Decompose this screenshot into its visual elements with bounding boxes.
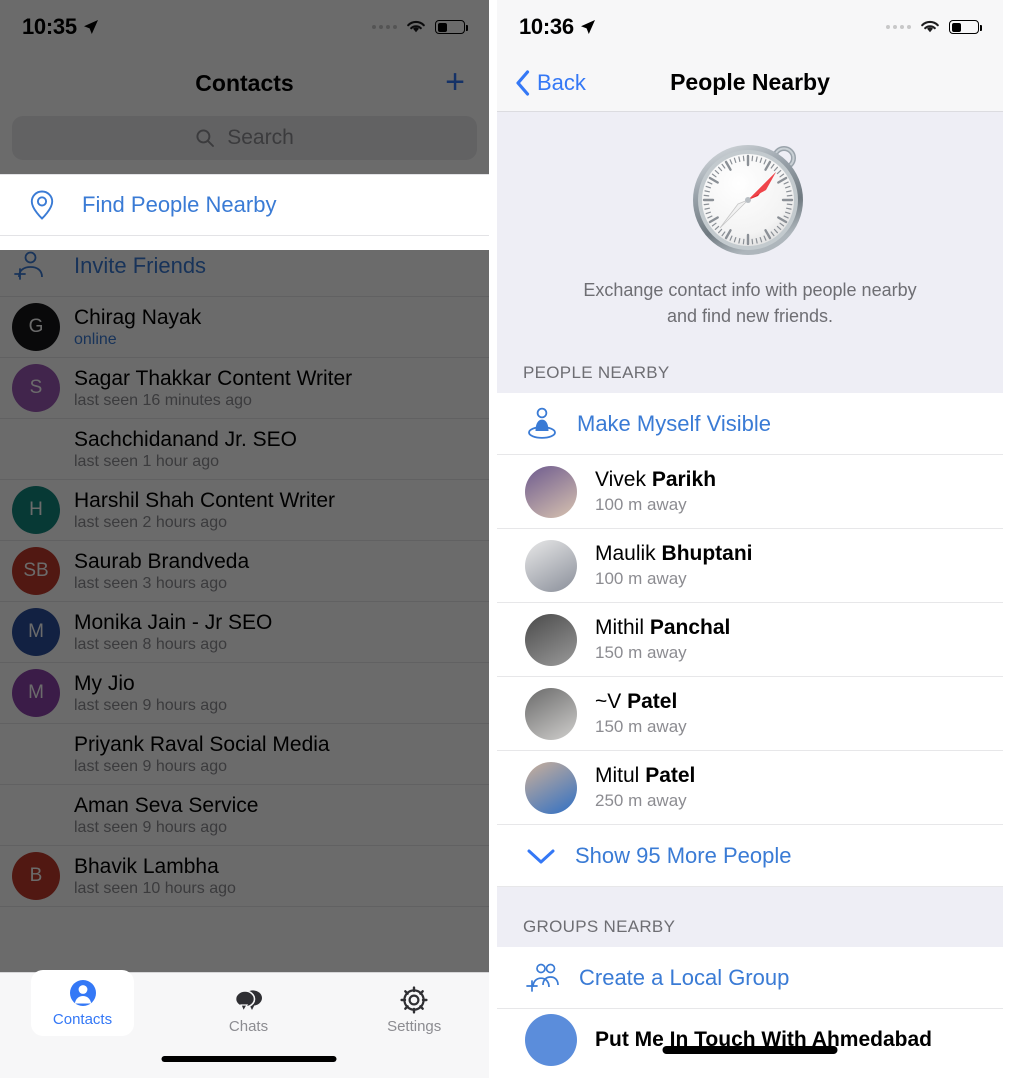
make-myself-visible-label: Make Myself Visible (577, 410, 771, 436)
groups-nearby-section-header: GROUPS NEARBY (497, 887, 1003, 948)
person-first-name: Mitul (595, 764, 640, 788)
person-name: Maulik Bhuptani (595, 542, 753, 566)
find-people-nearby-row[interactable]: Find People Nearby (0, 174, 489, 236)
location-arrow-icon (580, 20, 595, 34)
person-avatar (525, 687, 577, 740)
chevron-left-icon (516, 69, 530, 96)
hero-section: Exchange contact info with people nearby… (497, 112, 1003, 330)
create-local-group-row[interactable]: Create a Local Group (497, 947, 1003, 1010)
person-first-name: Maulik (595, 542, 656, 566)
dim-overlay-top (0, 0, 489, 188)
status-time-text-right: 10:36 (519, 14, 574, 39)
hero-description: Exchange contact info with people nearby… (497, 262, 1003, 329)
people-nearby-section-header: PEOPLE NEARBY (497, 329, 1003, 394)
person-avatar (525, 613, 577, 666)
people-nearby-navbar: Back People Nearby (497, 54, 1003, 112)
tab-chats-label: Chats (228, 1018, 269, 1035)
person-nearby-row[interactable]: Mitul Patel 250 m away (497, 751, 1003, 826)
person-name: Vivek Parikh (595, 468, 716, 492)
tab-chats[interactable]: Chats (166, 973, 332, 1078)
person-icon (69, 980, 96, 1006)
tab-contacts-highlight-label: Contacts (52, 1011, 113, 1028)
person-distance: 100 m away (595, 569, 687, 589)
person-nearby-row[interactable]: Mithil Panchal 150 m away (497, 603, 1003, 678)
person-last-name: Panchal (649, 616, 731, 640)
group-avatar (525, 1014, 577, 1067)
person-nearby-row[interactable]: Vivek Parikh 100 m away (497, 455, 1003, 530)
person-name: Mitul Patel (595, 764, 695, 788)
chat-bubbles-icon (234, 990, 262, 1013)
create-local-group-label: Create a Local Group (579, 964, 790, 990)
person-distance: 150 m away (595, 717, 687, 737)
person-first-name: Mithil (595, 616, 645, 640)
person-avatar (525, 761, 577, 814)
add-group-icon (526, 963, 559, 992)
show-more-people-label: Show 95 More People (575, 842, 792, 868)
person-distance: 150 m away (595, 643, 687, 663)
person-avatar (525, 539, 577, 592)
status-bar-right: 10:36 (497, 0, 1003, 54)
person-first-name: ~V (595, 690, 622, 714)
wifi-icon (921, 20, 939, 33)
battery-icon (949, 20, 982, 34)
person-last-name: Patel (627, 690, 678, 714)
group-row-first[interactable]: Put Me In Touch With Ahmedabad (497, 1009, 1003, 1072)
chevron-down-icon (527, 849, 555, 864)
hero-desc-line2: and find new friends. (666, 305, 834, 326)
person-first-name: Vivek (595, 468, 646, 492)
person-last-name: Bhuptani (661, 542, 753, 566)
people-nearby-screen: 10:36 Back People Nearby Exchange contac… (497, 0, 1003, 1078)
compass-icon (693, 145, 803, 255)
person-on-platform-icon (528, 407, 556, 439)
signal-dots-icon (886, 25, 911, 29)
make-myself-visible-row[interactable]: Make Myself Visible (497, 393, 1003, 456)
find-people-nearby-label: Find People Nearby (82, 192, 277, 217)
back-button[interactable]: Back (515, 70, 586, 96)
person-nearby-row[interactable]: ~V Patel 150 m away (497, 677, 1003, 752)
person-distance: 250 m away (595, 791, 687, 811)
home-indicator-left (161, 1056, 336, 1062)
dual-phone-screenshot: 10:35 Contacts + (0, 0, 1011, 1078)
tab-contacts-highlight[interactable]: Contacts (31, 970, 134, 1036)
person-name: Mithil Panchal (595, 616, 730, 640)
person-last-name: Parikh (651, 468, 717, 492)
status-indicators-right (886, 19, 982, 35)
person-last-name: Patel (645, 764, 696, 788)
person-name: ~V Patel (595, 690, 687, 714)
location-pin-icon (30, 190, 54, 220)
dim-overlay-bottom (0, 250, 489, 1078)
show-more-people-row[interactable]: Show 95 More People (497, 825, 1003, 888)
home-indicator-right (662, 1046, 838, 1054)
contacts-screen: 10:35 Contacts + (0, 0, 497, 1078)
person-distance: 100 m away (595, 495, 687, 515)
status-time-right: 10:36 (519, 14, 596, 40)
back-label: Back (537, 69, 586, 95)
gear-icon (400, 986, 428, 1014)
tab-settings-label: Settings (387, 1018, 442, 1035)
people-nearby-list: Vivek Parikh 100 m away Maulik Bhuptani 100… (497, 455, 1003, 826)
person-nearby-row[interactable]: Maulik Bhuptani 100 m away (497, 529, 1003, 604)
hero-desc-line1: Exchange contact info with people nearby (583, 280, 917, 300)
tab-settings[interactable]: Settings (331, 973, 489, 1078)
page-title-right: People Nearby (670, 69, 830, 95)
person-avatar (525, 465, 577, 518)
